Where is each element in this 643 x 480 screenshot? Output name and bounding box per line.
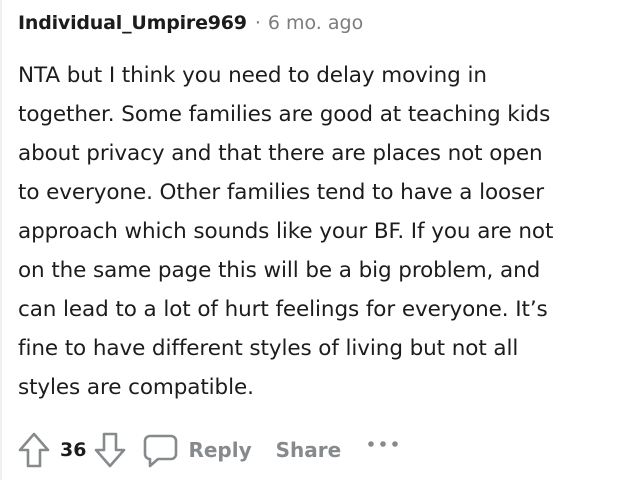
downvote-arrow-icon bbox=[95, 432, 126, 468]
comment-body: NTA but I think you need to delay moving… bbox=[18, 63, 554, 400]
speech-bubble-icon bbox=[144, 434, 178, 468]
more-options-button[interactable] bbox=[367, 429, 399, 459]
separator-dot: · bbox=[254, 12, 261, 34]
comment-actions: 36 Reply Share bbox=[14, 428, 399, 472]
vote-score: 36 bbox=[60, 439, 87, 461]
share-button[interactable]: Share bbox=[276, 438, 342, 462]
reply-label: Reply bbox=[188, 438, 252, 462]
timestamp[interactable]: 6 mo. ago bbox=[268, 12, 363, 34]
comment: Individual_Umpire969 · 6 mo. ago NTA but… bbox=[0, 0, 643, 480]
author-link[interactable]: Individual_Umpire969 bbox=[18, 12, 247, 34]
thread-line[interactable] bbox=[0, 0, 2, 480]
reply-button[interactable]: Reply bbox=[142, 432, 252, 468]
upvote-arrow-icon bbox=[18, 432, 50, 468]
upvote-button[interactable] bbox=[14, 428, 54, 472]
downvote-button[interactable] bbox=[90, 428, 130, 472]
more-options-icon bbox=[368, 441, 399, 447]
comment-header: Individual_Umpire969 · 6 mo. ago bbox=[18, 10, 363, 36]
